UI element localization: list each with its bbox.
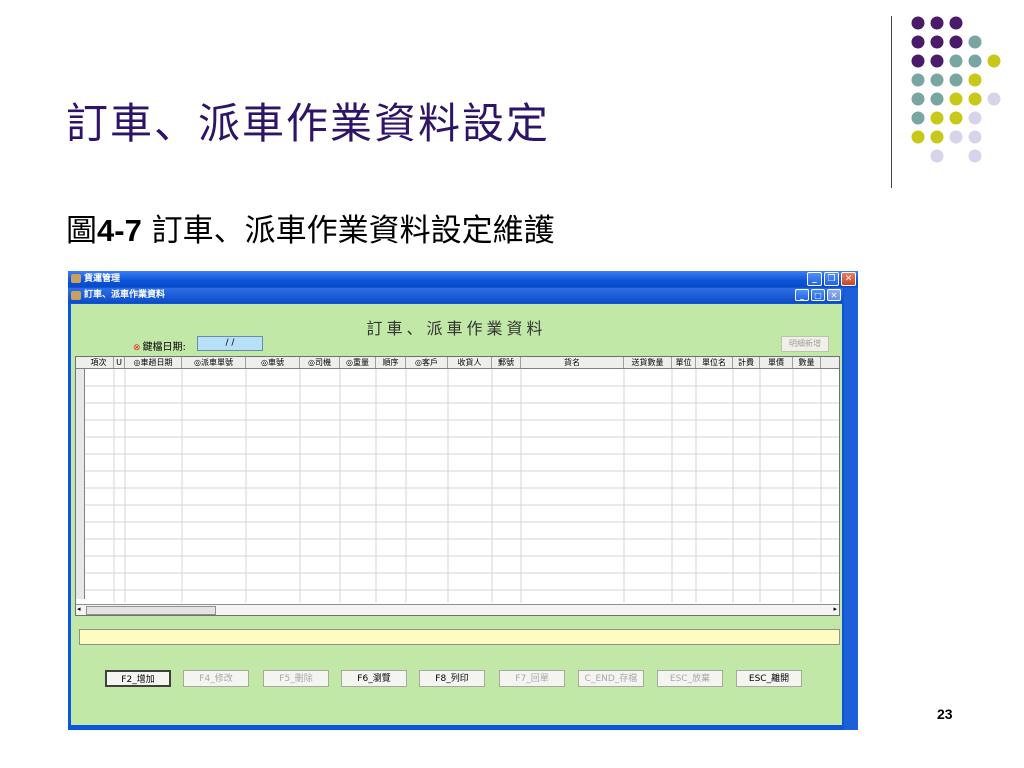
decorative-dot — [911, 16, 925, 30]
decorative-dot — [930, 73, 944, 87]
child-title-bar: 訂車、派車作業資料 _ □ ✕ — [68, 288, 843, 303]
scroll-left-icon[interactable]: ◂ — [77, 605, 81, 613]
decorative-dot — [949, 73, 963, 87]
decorative-dot — [930, 16, 944, 30]
restore-button[interactable]: ❐ — [824, 272, 839, 286]
caption-number: 4-7 — [97, 213, 142, 248]
function-button[interactable]: F7_回單 — [499, 670, 565, 687]
child-minimize-button[interactable]: _ — [795, 289, 809, 301]
decorative-dot — [949, 54, 963, 68]
data-grid[interactable]: 項次 U ◎車趟日期 ◎派車單號 ◎車號 ◎司機 ◎重量 順序 ◎客戶 收貨人 郵號 貨名 送貨數量 單位… — [75, 356, 840, 616]
function-button[interactable]: F2_增加 — [105, 670, 171, 687]
decorative-dot — [911, 130, 925, 144]
decorative-dot — [987, 92, 1001, 106]
child-close-button[interactable]: ✕ — [827, 289, 841, 301]
decorative-dot — [911, 35, 925, 49]
close-button[interactable]: ✕ — [841, 272, 856, 286]
page-number: 23 — [937, 706, 953, 722]
form-panel: 訂車、派車作業資料 ⊗ 鍵檔日期: / / 明細新增 項次 U ◎車趟日期 ◎派車單號 ◎… — [71, 304, 842, 725]
decorative-dot — [930, 54, 944, 68]
decorative-dot — [930, 92, 944, 106]
decorative-dot — [949, 92, 963, 106]
decorative-dot — [949, 16, 963, 30]
figure-caption: 圖4-7 訂車、派車作業資料設定維護 — [66, 205, 555, 250]
date-label-text: 鍵檔日期: — [142, 342, 186, 353]
vertical-scrollbar[interactable] — [844, 288, 858, 730]
function-button[interactable]: F5_刪除 — [263, 670, 329, 687]
decorative-dot — [968, 111, 982, 125]
app-icon — [71, 274, 81, 283]
decorative-dot — [930, 35, 944, 49]
function-button[interactable]: F6_瀏覽 — [341, 670, 407, 687]
scroll-right-icon[interactable]: ▸ — [833, 605, 837, 613]
decorative-dot — [968, 35, 982, 49]
title-bar: 貨運管理 _ ❐ ✕ — [68, 271, 858, 287]
decorative-dot — [911, 73, 925, 87]
minimize-button[interactable]: _ — [807, 272, 822, 286]
form-title: 訂車、派車作業資料 — [366, 319, 547, 338]
window-title: 貨運管理 — [84, 274, 121, 284]
decorative-dot — [911, 92, 925, 106]
slide-title: 訂車、派車作業資料設定 — [66, 99, 551, 148]
app-window: 貨運管理 _ ❐ ✕ 訂車、派車作業資料 _ □ ✕ 訂車、派車作業資料 ⊗ 鍵檔… — [68, 271, 858, 730]
decorative-dot — [987, 54, 1001, 68]
decorative-dot — [930, 149, 944, 163]
date-label: ⊗ 鍵檔日期: — [133, 338, 186, 353]
status-bar — [79, 629, 840, 645]
function-button[interactable]: C_END_存檔 — [578, 670, 644, 687]
scroll-thumb[interactable] — [86, 606, 216, 615]
caption-prefix: 圖 — [66, 213, 97, 249]
decorative-divider — [891, 16, 892, 188]
decorative-dot — [949, 111, 963, 125]
caption-text: 訂車、派車作業資料設定維護 — [141, 213, 555, 249]
function-button[interactable]: F4_修改 — [183, 670, 249, 687]
function-button[interactable]: ESC_放棄 — [657, 670, 723, 687]
decorative-dot — [949, 130, 963, 144]
function-button[interactable]: F8_列印 — [419, 670, 485, 687]
decorative-dot — [930, 130, 944, 144]
decorative-dot — [968, 92, 982, 106]
decorative-dot — [930, 111, 944, 125]
decorative-dot — [968, 73, 982, 87]
required-icon: ⊗ — [133, 343, 141, 353]
decorative-dot — [949, 35, 963, 49]
grid-lines — [76, 369, 839, 603]
decorative-dot — [968, 149, 982, 163]
row-selector-column[interactable] — [76, 369, 85, 599]
decorative-dot — [911, 54, 925, 68]
detail-add-button[interactable]: 明細新增 — [781, 336, 829, 352]
horizontal-scrollbar[interactable]: ◂ ▸ — [76, 604, 839, 615]
child-maximize-button[interactable]: □ — [811, 289, 825, 301]
child-window-title: 訂車、派車作業資料 — [84, 290, 166, 300]
decorative-dot — [911, 111, 925, 125]
decorative-dot — [968, 54, 982, 68]
decorative-dot — [968, 130, 982, 144]
date-input[interactable]: / / — [197, 336, 263, 351]
function-button[interactable]: ESC_離開 — [736, 670, 802, 687]
child-window-icon — [71, 291, 81, 300]
